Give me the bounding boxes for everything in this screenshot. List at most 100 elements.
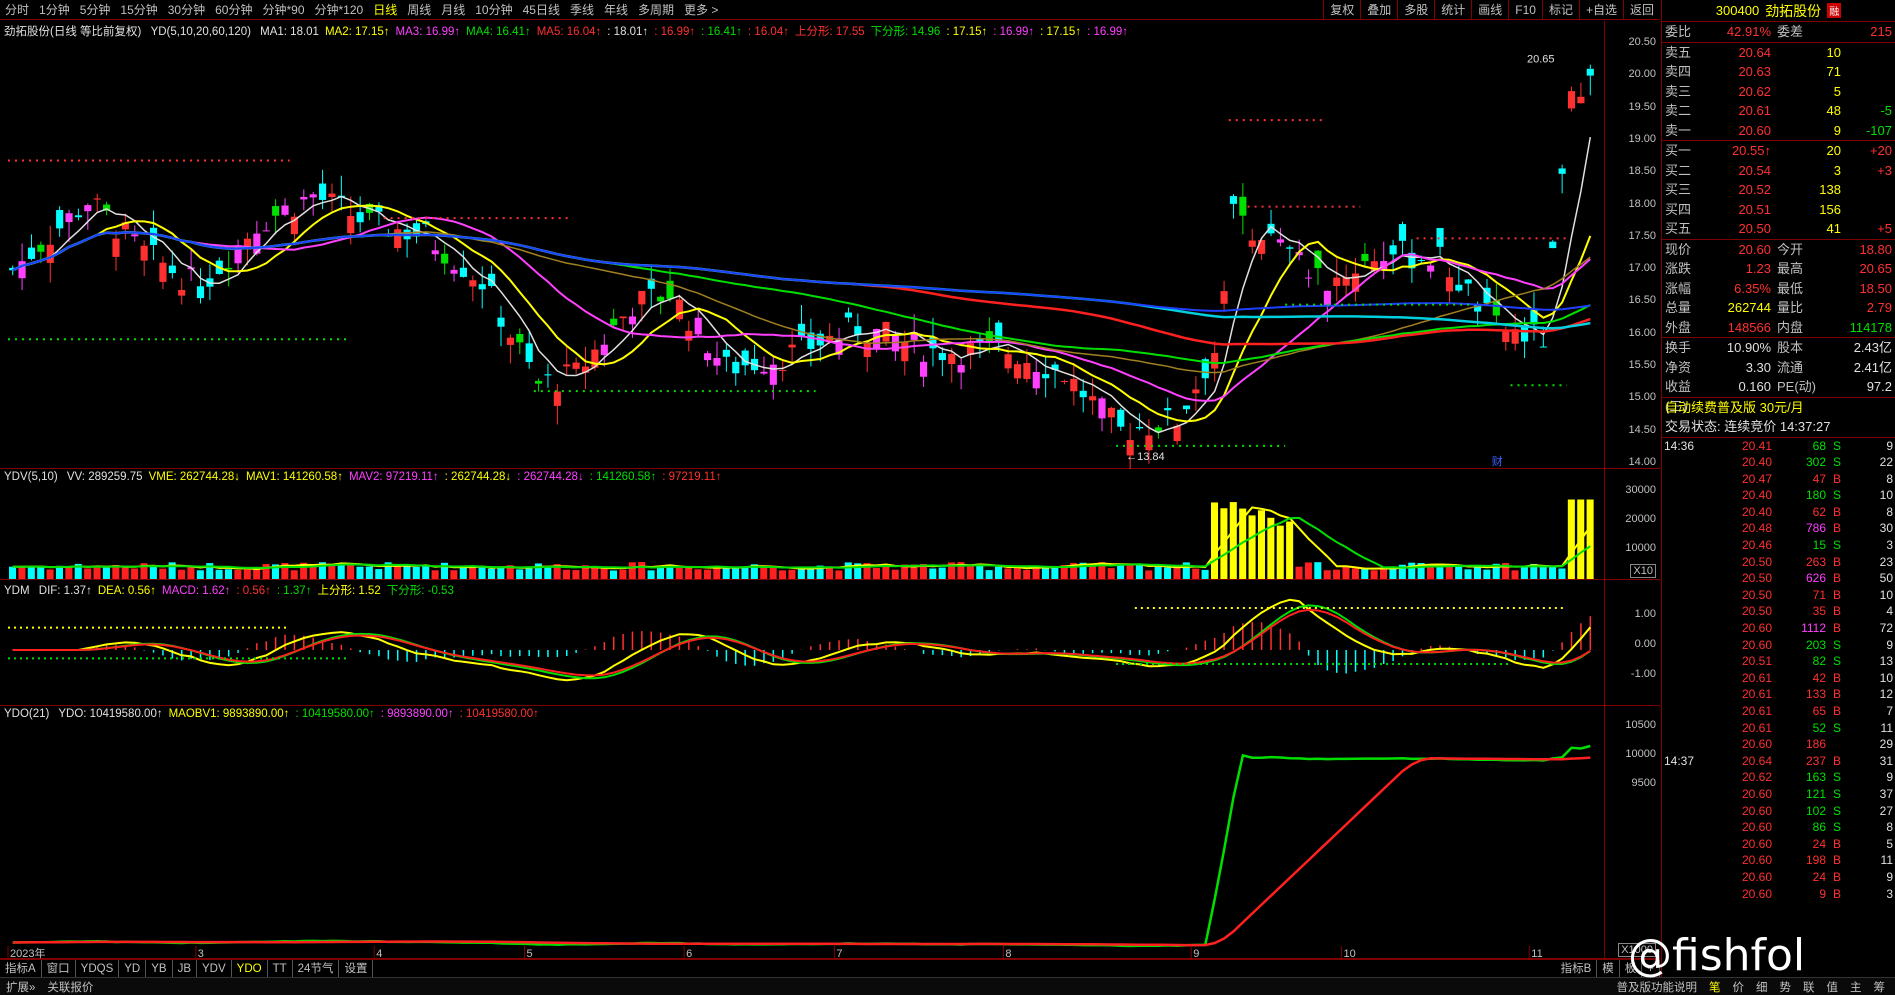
- tick-time: [1664, 587, 1724, 604]
- candle-body: [1117, 409, 1125, 427]
- tool-button[interactable]: F10: [1508, 0, 1542, 20]
- period-tab[interactable]: 10分钟: [470, 1, 517, 18]
- tick-count: 37: [1879, 786, 1893, 801]
- level-label: 买三: [1665, 182, 1692, 197]
- tick-time: [1664, 537, 1724, 554]
- candle-body: [1089, 396, 1097, 401]
- candle-body: [84, 205, 92, 212]
- tool-button[interactable]: 标记: [1541, 0, 1579, 20]
- period-tab[interactable]: 30分钟: [163, 1, 210, 18]
- indicator-tab[interactable]: YDV: [197, 960, 232, 977]
- period-tab[interactable]: 月线: [436, 1, 470, 18]
- volume-bar: [1567, 499, 1575, 579]
- tick-side: S: [1832, 488, 1841, 503]
- tool-button[interactable]: 返回: [1622, 0, 1660, 20]
- tool-button[interactable]: +自选: [1578, 0, 1623, 20]
- status-link[interactable]: 扩展»: [0, 979, 41, 995]
- volume-bar: [769, 567, 777, 579]
- status-button[interactable]: 筹: [1868, 979, 1892, 995]
- tick-volume: 65: [1812, 704, 1826, 718]
- indicator-tab[interactable]: 指标A: [0, 960, 42, 977]
- period-tab[interactable]: 年线: [599, 1, 633, 18]
- candlestick-chart[interactable]: 20.65 ←13.84 财: [0, 21, 1604, 469]
- axis-tick-label: 14.00: [1628, 456, 1656, 468]
- tick-time: [1664, 836, 1724, 853]
- indicator-tab-right[interactable]: 指标B: [1556, 960, 1598, 977]
- period-tab[interactable]: 季线: [565, 1, 599, 18]
- tick-count: 50: [1879, 571, 1893, 586]
- period-tab[interactable]: 周线: [402, 1, 436, 18]
- stock-name[interactable]: 劲拓股份: [1765, 1, 1821, 21]
- volume-bar: [487, 568, 495, 579]
- period-tab[interactable]: 60分钟: [210, 1, 257, 18]
- macd-indicator-name: YDM: [4, 585, 30, 597]
- tool-button[interactable]: 多股: [1397, 0, 1434, 20]
- period-tab[interactable]: 分钟*120: [310, 1, 369, 18]
- tick-side: B: [1832, 621, 1841, 636]
- volume-bar: [628, 562, 636, 579]
- promo-link[interactable]: 自动续费普及版 30元/月: [1662, 398, 1895, 418]
- tick-time: [1664, 720, 1724, 737]
- indicator-tab[interactable]: 窗口: [42, 960, 76, 977]
- weibi-label: 委比: [1665, 24, 1692, 39]
- period-tab[interactable]: 日线: [368, 1, 402, 18]
- period-tab[interactable]: 多周期: [633, 1, 679, 18]
- volume-bar: [1549, 565, 1557, 579]
- candle-body: [901, 342, 909, 362]
- period-tab[interactable]: 5分钟: [75, 1, 116, 18]
- volume-pane[interactable]: YDV(5,10) VV: 289259.75 VME: 262744.28↓ MA…: [0, 469, 1660, 580]
- status-link[interactable]: 关联报价: [41, 979, 99, 995]
- volume-bar: [1408, 562, 1416, 579]
- obv-pane[interactable]: YDO(21) YDO: 10419580.00↑ MAOBV1: 9893890…: [0, 706, 1660, 959]
- obv-chart[interactable]: 2023年 3 4 5 6 7 8 9 10 11: [0, 706, 1604, 959]
- status-button[interactable]: 值: [1821, 979, 1845, 995]
- indicator-tab[interactable]: YD: [119, 960, 147, 977]
- legend-item: : 10419580.00↑: [295, 708, 375, 720]
- tool-button[interactable]: 复权: [1323, 0, 1360, 20]
- legend-item: : 16.99↑: [1087, 26, 1128, 38]
- period-tab[interactable]: 15分钟: [115, 1, 162, 18]
- period-tab[interactable]: 更多 >: [679, 1, 723, 18]
- indicator-tab[interactable]: YB: [146, 960, 173, 977]
- stat-label: 现价: [1665, 241, 1692, 257]
- chart-area[interactable]: 劲拓股份(日线 等比前复权) YD(5,10,20,60,120) MA1: 1…: [0, 21, 1660, 959]
- trade-status: 交易状态: 连续竞价 14:37:27: [1665, 419, 1831, 434]
- tool-button[interactable]: 叠加: [1360, 0, 1397, 20]
- candle-body: [1004, 354, 1012, 369]
- indicator-tab[interactable]: YDO: [232, 960, 268, 977]
- macd-chart[interactable]: [0, 580, 1604, 706]
- candle-body: [93, 198, 101, 200]
- macd-line: [12, 604, 1591, 680]
- volume-bar: [1192, 568, 1200, 579]
- tick-row: 14:36 20.41 68 S 9: [1662, 438, 1895, 455]
- macd-pane[interactable]: YDM DIF: 1.37↑ DEA: 0.56↑ MACD: 1.62↑: 0.5…: [0, 580, 1660, 706]
- candle-body: [1239, 196, 1247, 216]
- tool-button[interactable]: 统计: [1434, 0, 1471, 20]
- period-tab[interactable]: 45日线: [518, 1, 565, 18]
- tick-price: 20.50: [1741, 587, 1772, 602]
- indicator-tab[interactable]: 设置: [339, 960, 374, 977]
- volume-bar: [694, 569, 702, 579]
- axis-tick-label: 17.00: [1628, 262, 1656, 275]
- volume-bar: [365, 566, 373, 579]
- tick-row: 14:37 20.64 237 B 31: [1662, 753, 1895, 770]
- stat-label: 涨幅: [1665, 280, 1692, 296]
- period-tab[interactable]: 分时: [0, 1, 34, 18]
- candle-body: [1107, 407, 1115, 418]
- status-button[interactable]: 主: [1844, 979, 1868, 995]
- indicator-tab[interactable]: JB: [173, 960, 198, 977]
- volume-chart[interactable]: [0, 469, 1604, 580]
- indicator-tab[interactable]: 24节气: [293, 960, 340, 977]
- period-tab[interactable]: 分钟*90: [257, 1, 309, 18]
- tool-button[interactable]: 画线: [1471, 0, 1508, 20]
- tick-volume: 62: [1812, 504, 1826, 519]
- kline-pane[interactable]: 劲拓股份(日线 等比前复权) YD(5,10,20,60,120) MA1: 1…: [0, 21, 1660, 469]
- stat-value: 20.60: [1738, 241, 1771, 257]
- indicator-tab[interactable]: TT: [268, 960, 293, 977]
- tick-count: 11: [1880, 720, 1893, 735]
- indicator-tab-right[interactable]: 模: [1597, 960, 1620, 977]
- indicator-tab[interactable]: YDQS: [76, 960, 120, 977]
- legend-item: : 17.15↑: [946, 26, 988, 38]
- tick-price: 20.60: [1741, 803, 1772, 818]
- period-tab[interactable]: 1分钟: [34, 1, 75, 18]
